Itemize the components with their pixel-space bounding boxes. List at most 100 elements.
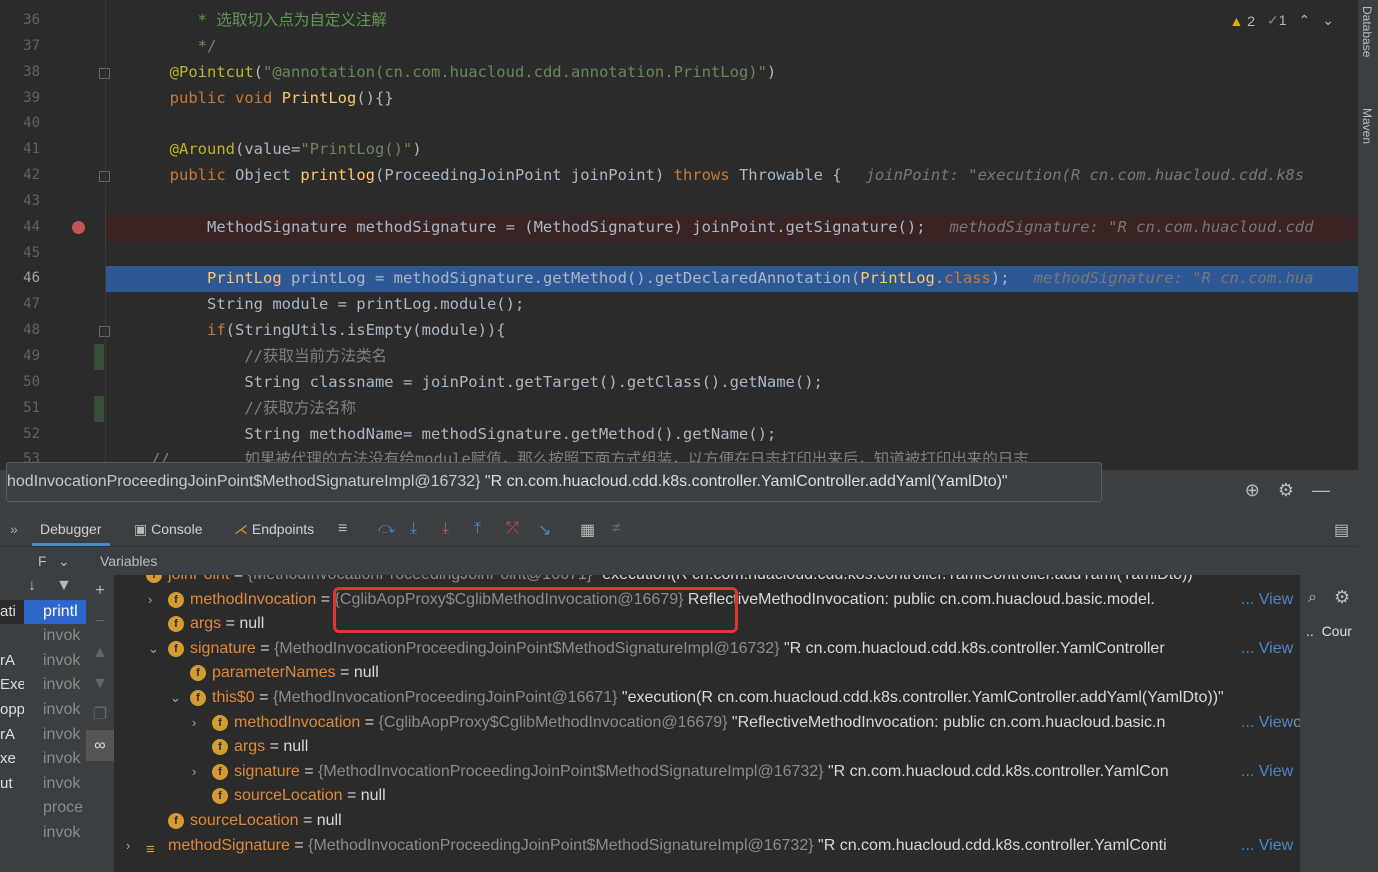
editor-gutter[interactable]: 36 37 38 39 40 41 42 43 44 45 46 47 48 49 50 51 52 53 bbox=[0, 8, 110, 470]
arrow-down-icon[interactable]: ↓ bbox=[28, 577, 36, 595]
view-link[interactable]: ... View bbox=[1239, 587, 1294, 613]
maven-tab[interactable]: Maven bbox=[1360, 108, 1374, 144]
database-tab[interactable]: Database bbox=[1360, 6, 1374, 57]
code-line[interactable]: if(StringUtils.isEmpty(module)){ bbox=[106, 318, 1358, 344]
view-link[interactable]: ... View bbox=[1239, 833, 1294, 859]
code-line[interactable] bbox=[106, 111, 1358, 137]
add-icon[interactable]: + bbox=[86, 575, 114, 606]
variable-row[interactable]: f sourceLocation = null bbox=[114, 784, 1300, 809]
copy-icon[interactable]: ❐ bbox=[86, 699, 114, 730]
code-line[interactable]: String methodName= methodSignature.getMe… bbox=[106, 422, 1358, 448]
gutter-line[interactable]: 39 bbox=[0, 86, 105, 112]
warning-indicator[interactable]: ▲ 2 bbox=[1229, 13, 1255, 29]
thread-item[interactable]: ut bbox=[0, 772, 24, 797]
breakpoint-icon[interactable] bbox=[72, 220, 85, 234]
variable-row[interactable]: › f signature = {MethodInvocationProceedin… bbox=[114, 759, 1300, 785]
crosshair-icon[interactable]: ⊕ bbox=[1245, 480, 1260, 501]
thread-item[interactable] bbox=[0, 846, 24, 871]
variable-row[interactable]: f args = null bbox=[114, 735, 1300, 760]
code-line[interactable]: MethodSignature methodSignature = (Metho… bbox=[106, 214, 1358, 241]
watches-icon[interactable]: ∞ bbox=[86, 730, 114, 761]
code-line[interactable]: String classname = joinPoint.getTarget()… bbox=[106, 370, 1358, 396]
code-line[interactable]: @Pointcut("@annotation(cn.com.huacloud.c… bbox=[106, 60, 1358, 86]
gutter-line[interactable]: 42 bbox=[0, 163, 110, 189]
code-editor[interactable]: 36 37 38 39 40 41 42 43 44 45 46 47 48 49 50 51 52 53 * 选… bbox=[0, 0, 1358, 470]
code-line[interactable] bbox=[106, 189, 1358, 215]
chevron-right-icon[interactable]: › bbox=[192, 760, 204, 785]
thread-item[interactable] bbox=[0, 624, 24, 649]
search-icon[interactable]: ⌕ bbox=[1308, 589, 1317, 607]
move-up-icon[interactable]: ▲ bbox=[86, 637, 114, 668]
code-line[interactable]: //获取当前方法类名 bbox=[106, 344, 1358, 370]
variable-row[interactable]: ⌄ f this$0 = {MethodInvocationProceedingJo… bbox=[114, 686, 1300, 711]
code-line[interactable]: PrintLog printLog = methodSignature.getM… bbox=[106, 266, 1358, 293]
run-to-cursor-icon[interactable]: ↘ bbox=[538, 520, 551, 540]
variable-row[interactable]: f parameterNames = null bbox=[114, 661, 1300, 686]
chevron-right-icon[interactable]: › bbox=[148, 588, 160, 613]
variable-row[interactable]: ⌄ f signature = {MethodInvocationProceedin… bbox=[114, 636, 1300, 662]
ok-indicator[interactable]: ✓1 bbox=[1267, 12, 1287, 29]
gutter-line[interactable]: 49 bbox=[0, 343, 105, 370]
expand-icon[interactable]: » bbox=[10, 512, 18, 546]
step-out-icon[interactable]: ⤒ bbox=[474, 520, 481, 538]
chevron-down-icon[interactable]: ⌄ bbox=[58, 547, 70, 575]
chevron-down-icon[interactable]: ⌄ bbox=[148, 637, 160, 662]
gutter-line[interactable]: 48 bbox=[0, 318, 110, 344]
gear-icon[interactable]: ⚙ bbox=[1278, 480, 1294, 501]
inspection-widget[interactable]: ▲ 2 ✓1 ⌃ ⌄ bbox=[1229, 12, 1334, 29]
gutter-line[interactable]: 46 bbox=[0, 266, 105, 292]
gutter-line[interactable]: 41 bbox=[0, 137, 105, 163]
code-area[interactable]: * 选取切入点为自定义注解 */ @Pointcut("@annotation(… bbox=[106, 8, 1358, 470]
code-line[interactable] bbox=[106, 241, 1358, 267]
gear-icon[interactable]: ⚙ bbox=[1334, 587, 1350, 608]
view-link[interactable]: ... View bbox=[1239, 636, 1294, 662]
chevron-right-icon[interactable]: › bbox=[192, 711, 204, 736]
force-step-into-icon[interactable]: ⤓ bbox=[442, 520, 449, 538]
evaluate-icon[interactable]: ▦ bbox=[580, 520, 595, 540]
code-line[interactable]: public Object printlog(ProceedingJoinPoi… bbox=[106, 163, 1358, 189]
threads-strip[interactable]: ati rA Exe opp rA xe ut bbox=[0, 575, 24, 872]
thread-item[interactable]: opp bbox=[0, 698, 24, 723]
gutter-line[interactable]: 47 bbox=[0, 292, 105, 318]
minimize-icon[interactable]: — bbox=[1312, 480, 1330, 501]
code-line[interactable]: public void PrintLog(){} bbox=[106, 86, 1358, 112]
drop-frame-icon[interactable]: ⤱ bbox=[506, 520, 519, 538]
gutter-line[interactable]: 36 bbox=[0, 8, 105, 34]
trace-icon[interactable]: ≠ bbox=[612, 520, 621, 538]
gutter-line[interactable]: 38 bbox=[0, 60, 110, 86]
gutter-line[interactable]: 40 bbox=[0, 111, 105, 137]
gutter-line[interactable]: 45 bbox=[0, 241, 105, 267]
view-link[interactable]: ... Viewoaded. L bbox=[1239, 710, 1300, 736]
filter-icon[interactable]: ▼ bbox=[56, 577, 72, 595]
step-into-icon[interactable]: ⤓ bbox=[410, 520, 417, 538]
chevron-down-icon[interactable]: ⌄ bbox=[170, 686, 182, 711]
thread-item[interactable] bbox=[0, 796, 24, 821]
thread-item[interactable] bbox=[0, 821, 24, 846]
variable-row[interactable]: f sourceLocation = null bbox=[114, 809, 1300, 834]
thread-item[interactable]: xe bbox=[0, 747, 24, 772]
gutter-line[interactable]: 43 bbox=[0, 189, 105, 215]
variable-row[interactable]: › ≡ methodSignature = {MethodInvocationPro… bbox=[114, 833, 1300, 859]
layout-icon[interactable]: ▤ bbox=[1334, 520, 1349, 540]
tab-debugger[interactable]: Debugger bbox=[32, 512, 109, 546]
gutter-line[interactable]: 52 bbox=[0, 422, 105, 448]
gutter-line[interactable]: 51 bbox=[0, 395, 105, 422]
gutter-line[interactable]: 44 bbox=[0, 215, 105, 241]
thread-item[interactable]: Exe bbox=[0, 673, 24, 698]
remove-icon[interactable]: − bbox=[86, 606, 114, 637]
variable-row[interactable]: › f methodInvocation = {CglibAopProxy$Cgli… bbox=[114, 710, 1300, 736]
code-line[interactable]: * 选取切入点为自定义注解 bbox=[106, 8, 1358, 34]
chevron-right-icon[interactable]: › bbox=[126, 834, 138, 859]
gutter-line[interactable]: 50 bbox=[0, 370, 105, 396]
chevron-down-icon[interactable]: ⌄ bbox=[1322, 12, 1334, 29]
thread-item[interactable]: rA bbox=[0, 723, 24, 748]
thread-item[interactable]: rA bbox=[0, 649, 24, 674]
variable-row[interactable]: f joinPoint = {MethodInvocationProceeding… bbox=[114, 575, 1300, 588]
tab-endpoints[interactable]: ⋌ Endpoints bbox=[234, 512, 314, 546]
step-over-icon[interactable]: ⤼ bbox=[378, 520, 395, 538]
tab-console[interactable]: ▣ Console bbox=[134, 512, 203, 546]
gutter-line[interactable]: 37 bbox=[0, 34, 105, 60]
thread-item[interactable]: ati bbox=[0, 599, 24, 625]
chevron-up-icon[interactable]: ⌃ bbox=[1299, 12, 1311, 29]
code-line[interactable]: */ bbox=[106, 34, 1358, 60]
